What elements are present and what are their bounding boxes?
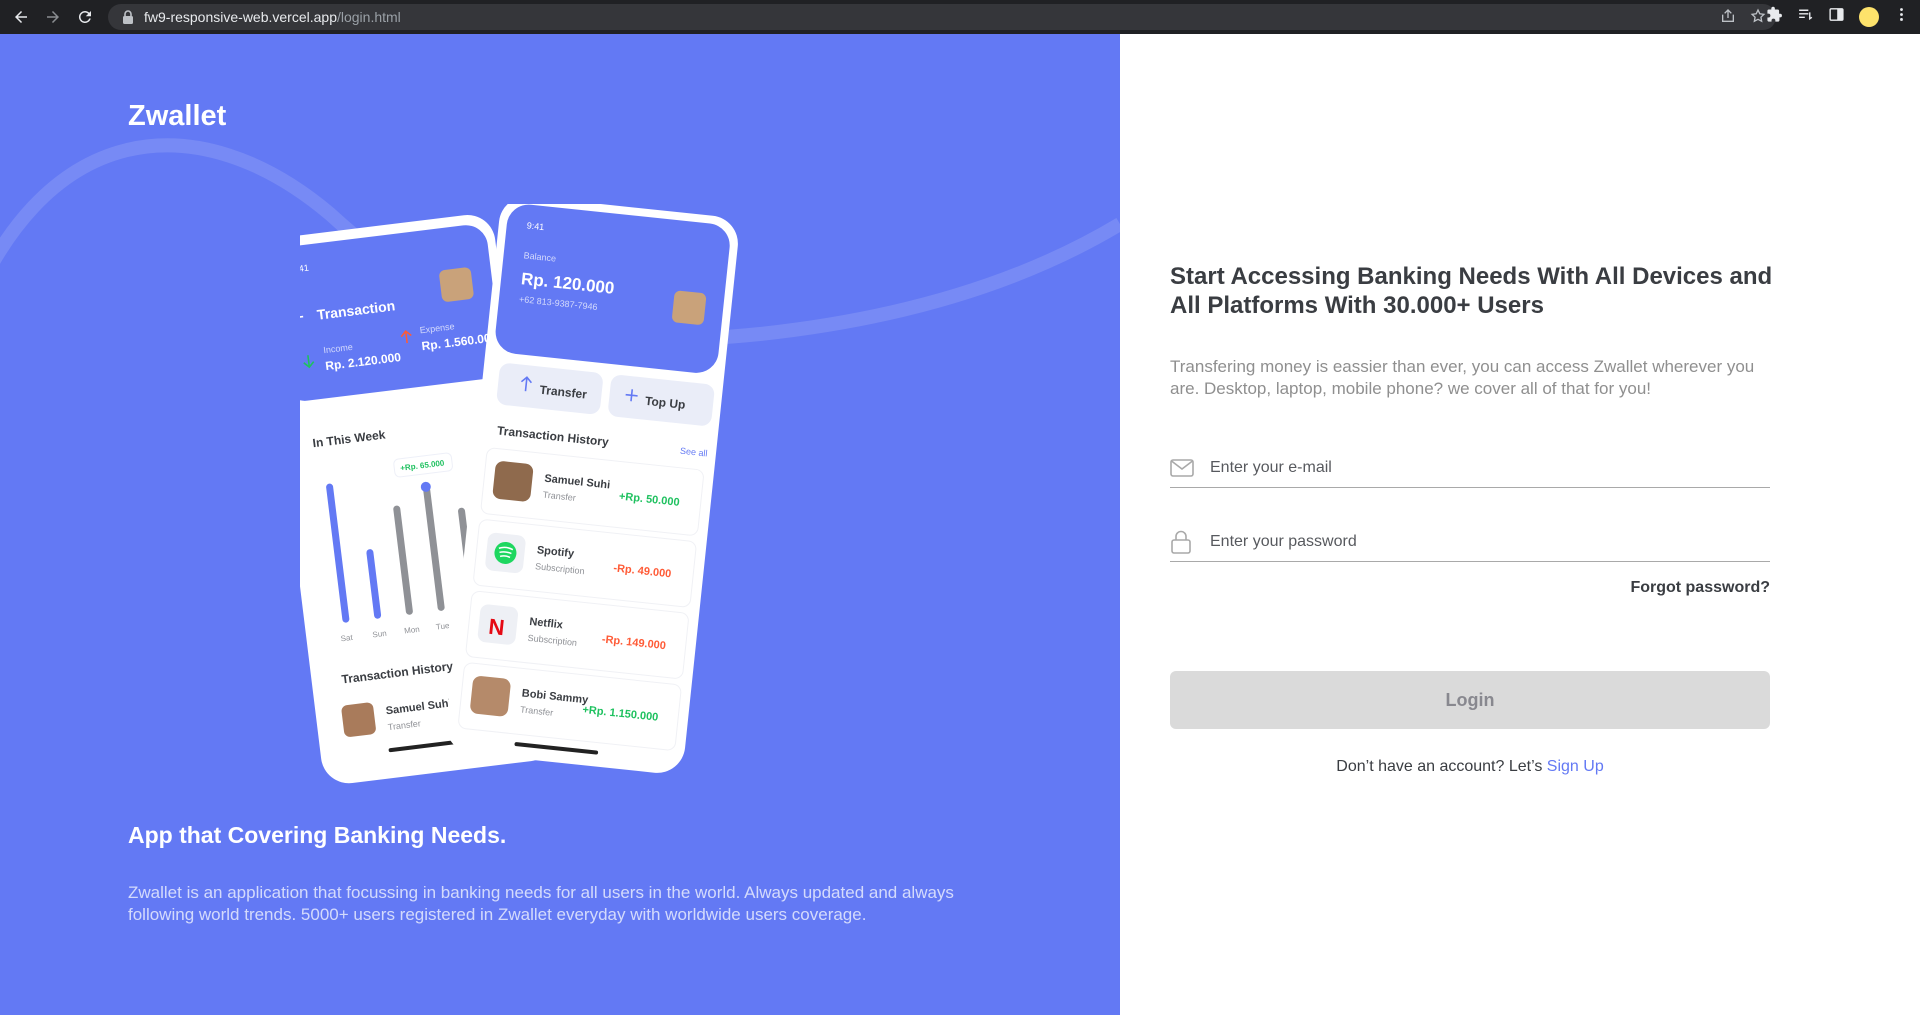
svg-text:Mon: Mon xyxy=(404,625,421,636)
email-input[interactable] xyxy=(1210,458,1750,477)
signup-prompt-text: Don’t have an account? Let’s xyxy=(1336,758,1547,775)
lock-icon xyxy=(1170,530,1210,554)
extensions-icon[interactable] xyxy=(1766,6,1783,28)
svg-text:N: N xyxy=(487,614,505,641)
reload-icon[interactable] xyxy=(68,0,102,34)
side-panel-icon[interactable] xyxy=(1828,6,1845,28)
login-description: Transfering money is eassier than ever, … xyxy=(1170,357,1755,398)
hero-title: App that Covering Banking Needs. xyxy=(128,822,507,848)
login-button[interactable]: Login xyxy=(1170,671,1770,729)
url-host: fw9-responsive-web.vercel.app xyxy=(144,9,337,25)
forward-icon[interactable] xyxy=(36,0,70,34)
menu-icon[interactable] xyxy=(1893,6,1910,28)
password-field xyxy=(1170,522,1770,562)
password-input[interactable] xyxy=(1210,532,1750,551)
brand-logo: Zwallet xyxy=(128,100,227,132)
signup-prompt: Don’t have an account? Let’s Sign Up xyxy=(1170,758,1770,776)
svg-text:Tue: Tue xyxy=(435,621,450,632)
login-panel: Start Accessing Banking Needs With All D… xyxy=(1120,34,1920,1015)
svg-text:9:41: 9:41 xyxy=(526,220,544,232)
back-icon[interactable] xyxy=(4,0,38,34)
share-icon[interactable] xyxy=(1720,8,1736,27)
svg-text:Sat: Sat xyxy=(340,633,354,643)
mail-icon xyxy=(1170,458,1210,478)
email-field xyxy=(1170,448,1770,488)
profile-avatar[interactable] xyxy=(1859,7,1879,27)
lock-icon xyxy=(122,10,134,24)
signup-link[interactable]: Sign Up xyxy=(1547,758,1604,775)
svg-text:Sun: Sun xyxy=(372,629,387,640)
browser-toolbar: fw9-responsive-web.vercel.app/login.html xyxy=(0,0,1920,34)
address-bar[interactable]: fw9-responsive-web.vercel.app/login.html xyxy=(108,4,1776,30)
reading-list-icon[interactable] xyxy=(1797,6,1814,28)
hero-description: Zwallet is an application that focussing… xyxy=(128,883,954,924)
bookmark-star-icon[interactable] xyxy=(1750,8,1766,27)
phone-mockups: 9:41 Transaction Income Rp. 2.120.000 Ex… xyxy=(300,204,738,784)
url-path: /login.html xyxy=(336,9,401,25)
forgot-password-link[interactable]: Forgot password? xyxy=(1170,579,1770,597)
login-title: Start Accessing Banking Needs With All D… xyxy=(1170,263,1773,319)
hero-panel: Zwallet 9:41 Transaction Income Rp. 2.12… xyxy=(0,34,1120,1015)
back-avatar xyxy=(439,267,474,302)
